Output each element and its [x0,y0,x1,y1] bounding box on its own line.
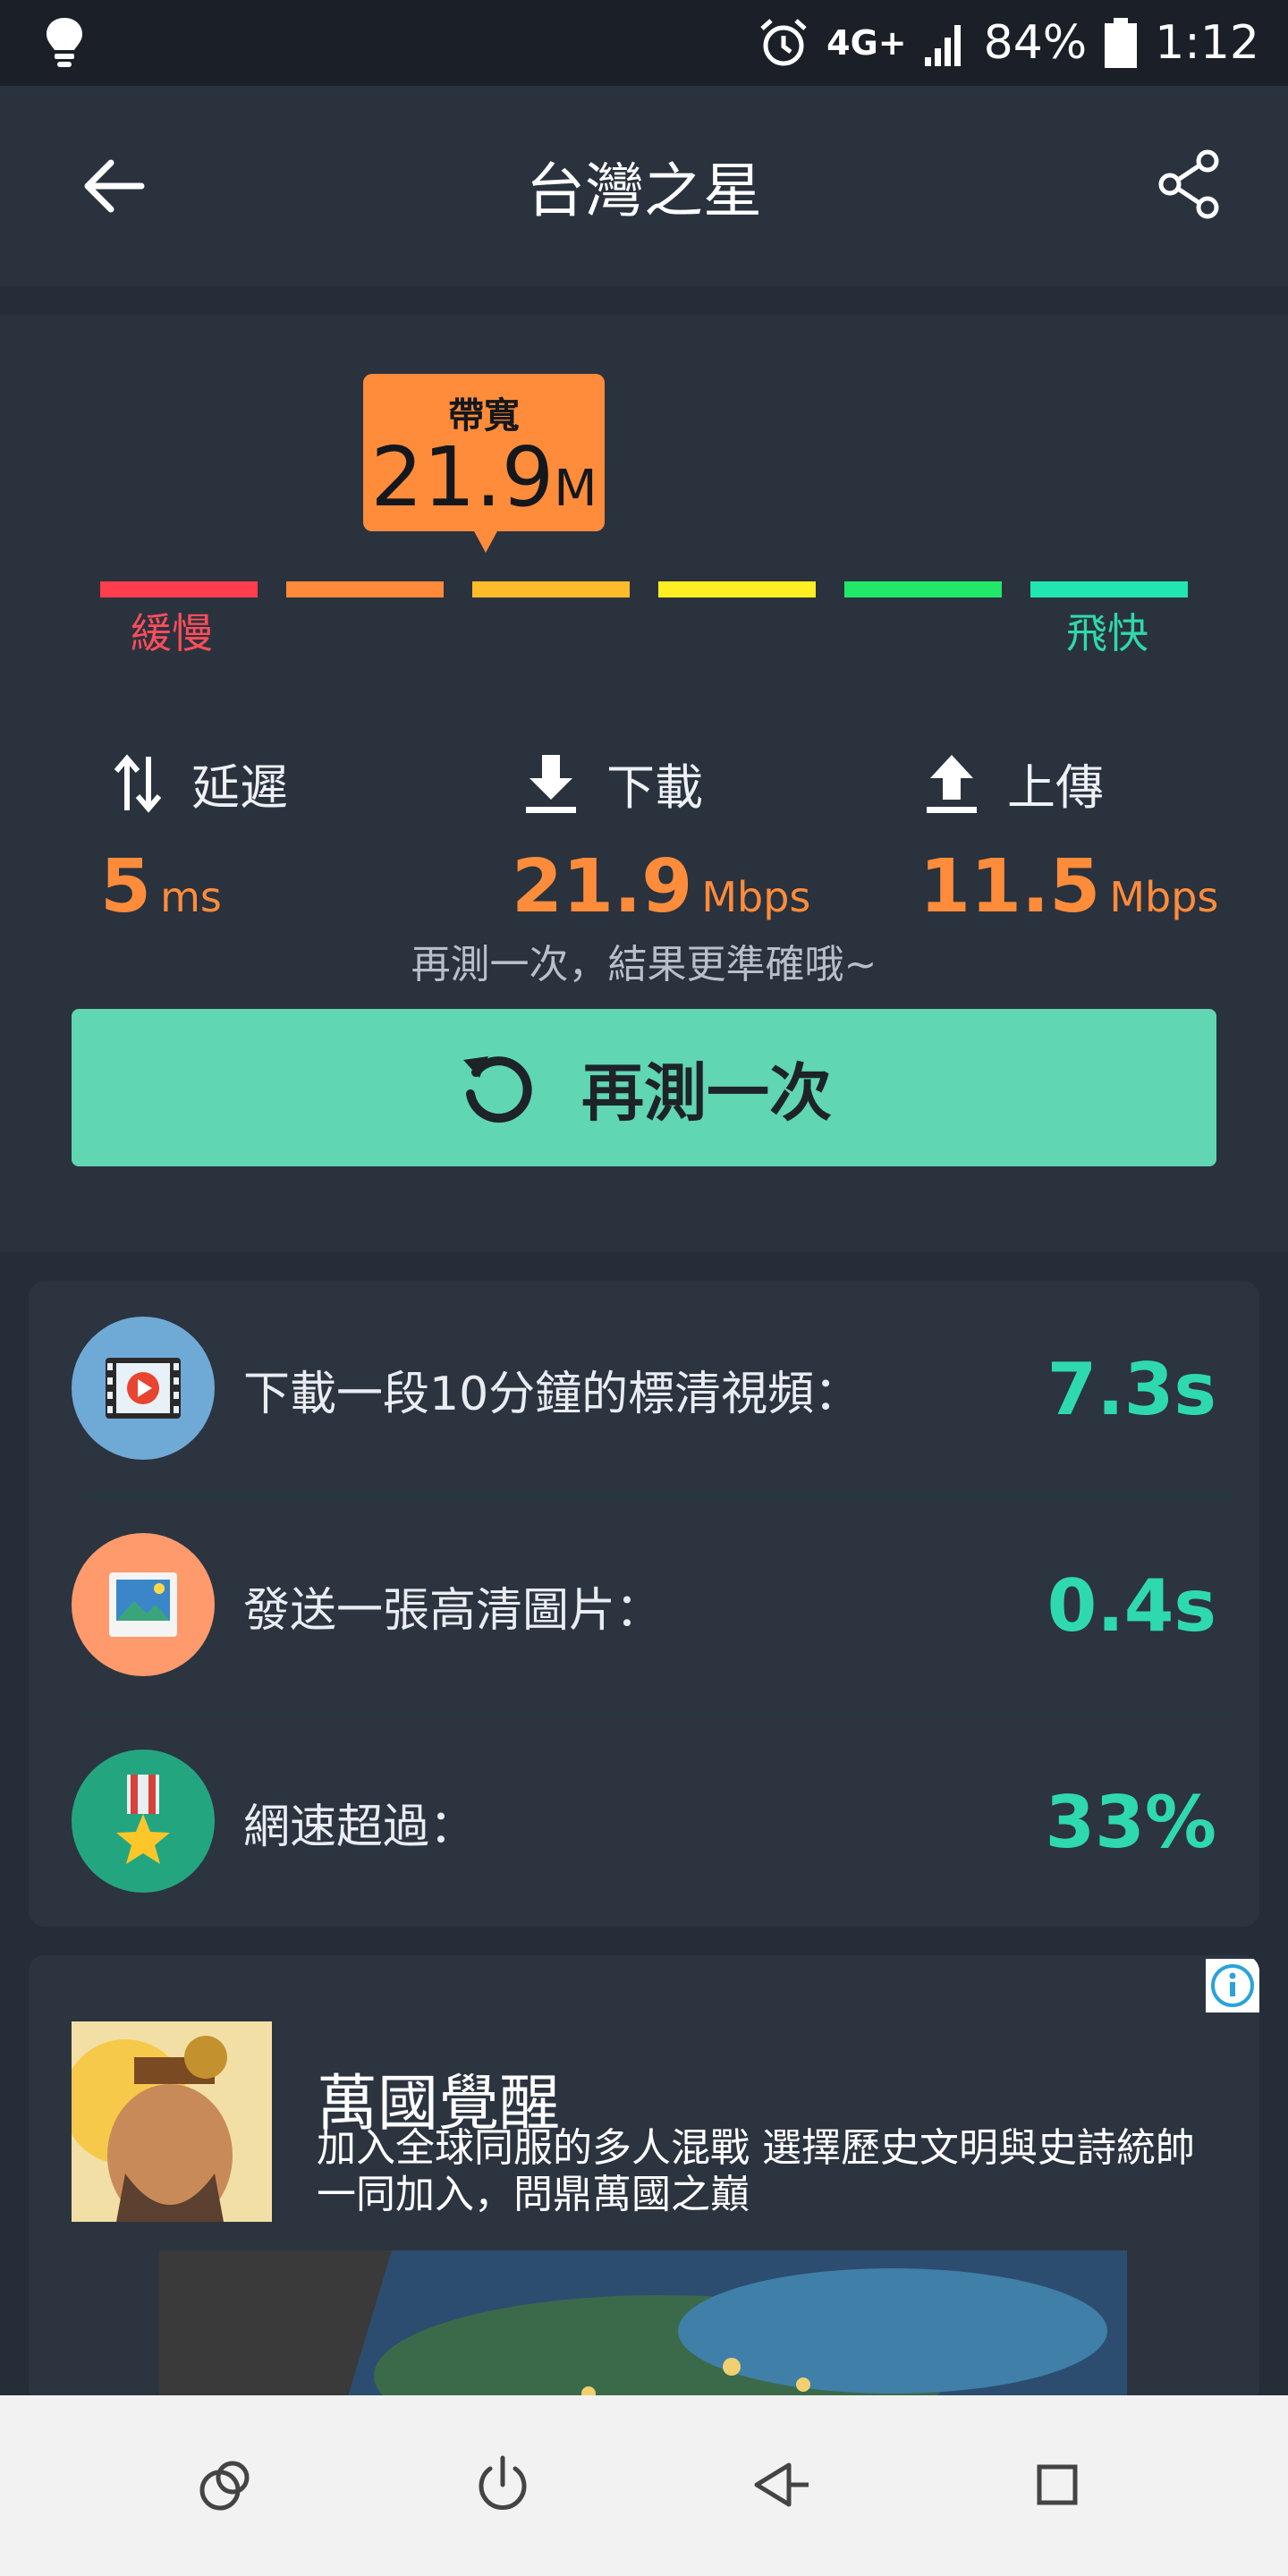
stat-label: 網速超過： [243,1800,477,1854]
download-unit: Mbps [701,873,811,921]
network-type: 4G+ [826,23,907,63]
stat-icon-circle [72,1750,215,1893]
stat-row-picture: 發送一張高清圖片： 0.4s [29,1497,1259,1714]
stat-value: 33% [1045,1780,1216,1864]
ad-thumbnail[interactable] [72,2021,272,2222]
retest-hint: 再測一次，結果更準確哦~ [411,942,877,987]
speed-result-panel: 帶寬 21.9M 緩慢 飛快 延遲 5 ms 下載 21.9 Mbps 上傳 1… [0,315,1288,1252]
latency-label: 延遲 [191,759,288,816]
alarm-icon [760,19,807,66]
video-icon [106,1358,181,1419]
latency-value: 5 [100,844,152,929]
ad-description: 加入全球同服的多人混戰 選擇歷史文明與史詩統帥 一同加入，問鼎萬國之巔 [317,2125,1195,2217]
stat-value: 0.4s [1046,1563,1216,1648]
bandwidth-indicator: 帶寬 21.9M [363,374,605,553]
clock: 1:12 [1155,16,1259,70]
upload-value: 11.5 [919,844,1101,929]
stat-label: 下載一段10分鐘的標清視頻： [243,1367,861,1421]
refresh-icon [463,1056,532,1123]
download-icon [526,754,576,813]
battery-percent: 84% [983,16,1088,70]
latency-icon [114,753,162,813]
download-label: 下載 [606,759,703,816]
signal-icon [924,25,961,66]
status-bar: 4G+ 84% 1:12 [0,0,1288,86]
ad-banner-image[interactable] [159,2250,1127,2402]
page-title: 台灣之星 [526,157,762,225]
upload-label: 上傳 [1007,759,1104,816]
info-icon[interactable] [1206,1959,1259,2012]
stat-row-video: 下載一段10分鐘的標清視頻： 7.3s [29,1281,1259,1497]
picture-icon [109,1572,177,1637]
battery-icon [1105,18,1138,68]
retest-label: 再測一次 [581,1055,832,1130]
fast-label: 飛快 [1066,609,1148,657]
speed-scale-segment [844,581,1002,597]
system-nav-bar [0,2395,1288,2576]
download-metric: 下載 21.9 Mbps [512,748,811,934]
download-value: 21.9 [512,844,693,929]
speed-scale-segment [100,581,258,597]
lightbulb-icon [47,18,82,67]
bandwidth-value: 21.9M [370,429,597,525]
bandwidth-pointer [473,530,498,553]
speed-scale-segment [658,581,816,597]
app-bar: 台灣之星 [0,86,1288,286]
stats-card: 下載一段10分鐘的標清視頻： 7.3s 發送一張高清圖片： 0.4s 網速超過： [29,1281,1259,1927]
ad-card[interactable]: 萬國覺醒 加入全球同服的多人混戰 選擇歷史文明與史詩統帥 一同加入，問鼎萬國之巔 [29,1955,1259,2402]
recents-icon[interactable] [1021,2449,1093,2521]
power-icon[interactable] [467,2449,538,2521]
stat-label: 發送一張高清圖片： [243,1583,663,1638]
latency-metric: 延遲 5 ms [100,748,288,934]
retest-button[interactable]: 再測一次 [72,1009,1216,1166]
share-icon[interactable] [1154,148,1225,220]
medal-icon [116,1775,170,1864]
stat-icon-circle [72,1533,215,1676]
stat-row-rank: 網速超過： 33% [29,1714,1259,1930]
speed-scale-segment [472,581,630,597]
upload-unit: Mbps [1109,873,1219,921]
latency-unit: ms [160,873,222,921]
stat-icon-circle [72,1317,215,1460]
assistant-icon[interactable] [190,2449,261,2521]
speed-scale-segment [286,581,444,597]
speed-scale [100,581,1188,597]
speed-scale-segment [1030,581,1188,597]
back-icon[interactable] [744,2449,816,2521]
stat-value: 7.3s [1046,1347,1216,1431]
upload-icon [927,754,977,813]
upload-metric: 上傳 11.5 Mbps [919,748,1219,934]
slow-label: 緩慢 [131,609,213,657]
